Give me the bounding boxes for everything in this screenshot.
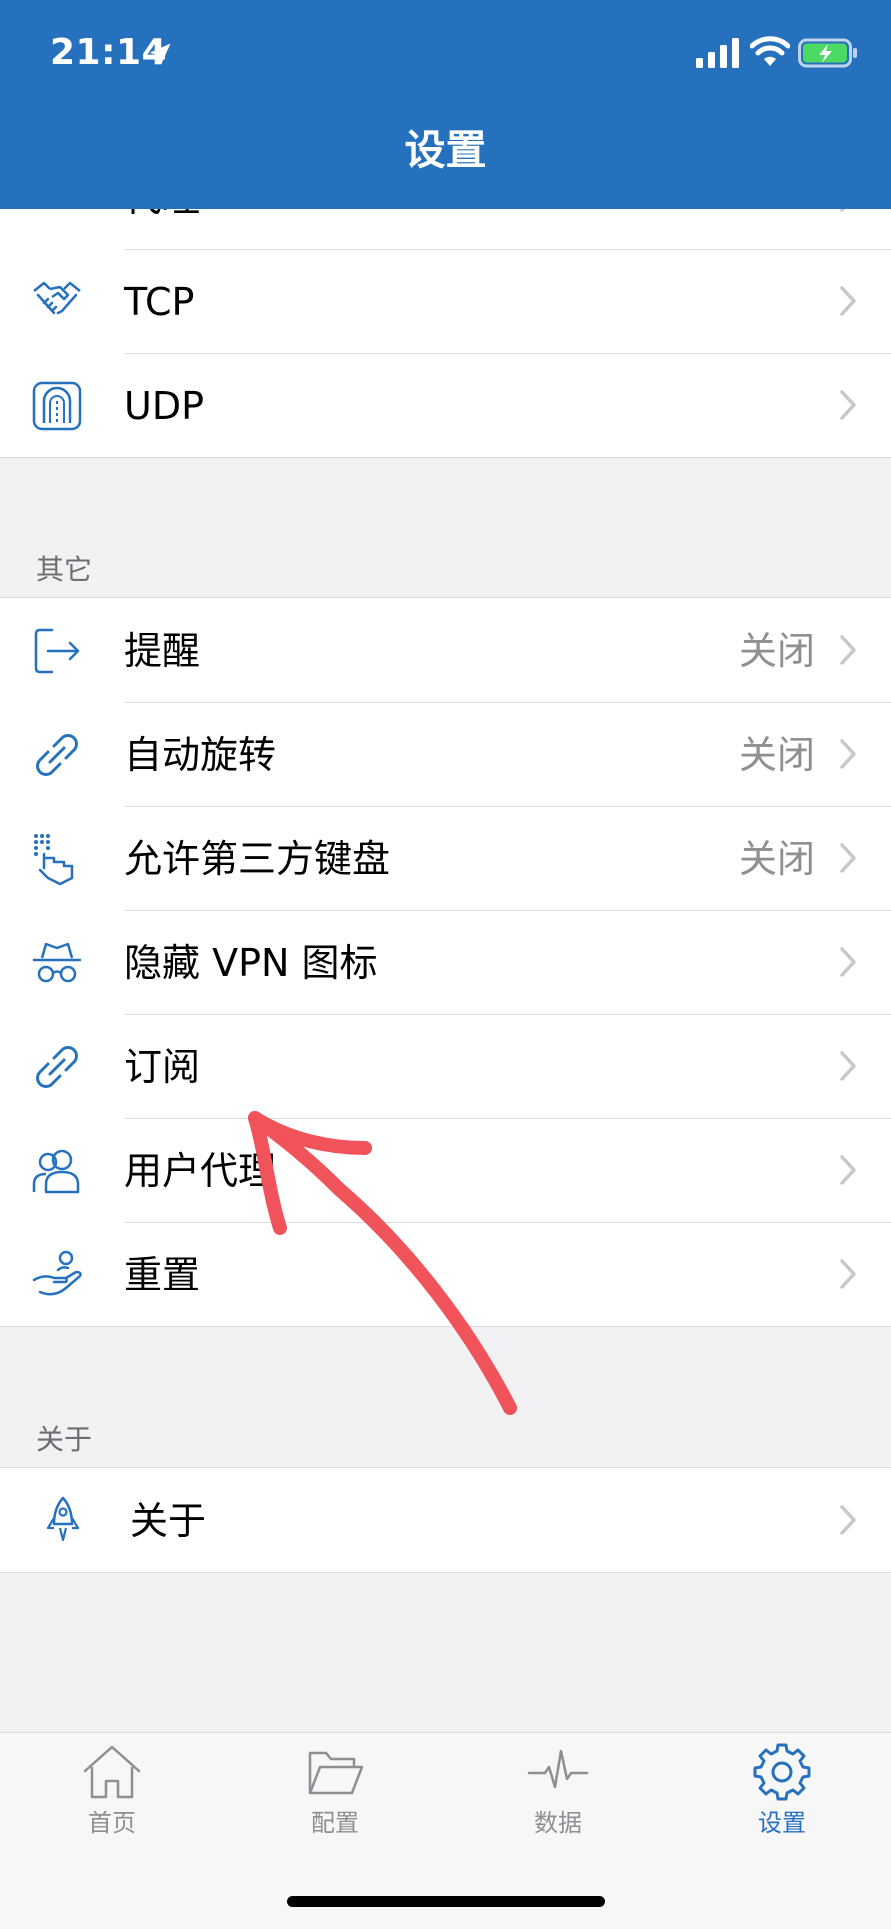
cellular-signal-icon xyxy=(696,38,739,68)
chevron-right-icon xyxy=(840,286,856,316)
pulse-icon xyxy=(527,1749,589,1789)
logout-arrow-icon xyxy=(34,628,80,674)
settings-row-label: 关于 xyxy=(130,1499,207,1543)
location-arrow-icon xyxy=(149,43,171,65)
settings-row-third-party-keyboard[interactable]: 允许第三方键盘 关闭 xyxy=(0,806,891,910)
settings-row-udp[interactable]: UDP xyxy=(0,353,891,457)
home-icon xyxy=(83,1745,141,1799)
settings-row-label: 隐藏 VPN 图标 xyxy=(124,941,378,985)
tab-data[interactable]: 数据 xyxy=(488,1743,628,1843)
settings-row-auto-rotate[interactable]: 自动旋转 关闭 xyxy=(0,702,891,806)
settings-row-label: 允许第三方键盘 xyxy=(124,837,391,881)
settings-row-subscribe[interactable]: 订阅 xyxy=(0,1014,891,1118)
settings-row-label: UDP xyxy=(124,384,204,428)
settings-row-reminder[interactable]: 提醒 关闭 xyxy=(0,598,891,702)
other-group: 提醒 关闭 自动旋转 关闭 允许第三方键盘 关闭 隐藏 VPN 图标 订阅 用户… xyxy=(0,597,891,1327)
link-icon xyxy=(36,1046,78,1088)
hand-coin-icon xyxy=(32,1250,82,1296)
chevron-right-icon xyxy=(840,1259,856,1289)
incognito-icon xyxy=(32,942,82,983)
settings-row-tcp[interactable]: TCP xyxy=(0,249,891,353)
settings-row-label: 订阅 xyxy=(124,1045,201,1089)
settings-row-label: 重置 xyxy=(124,1253,201,1297)
tunnel-icon xyxy=(32,381,82,431)
page-title: 设置 xyxy=(404,126,487,174)
handshake-icon xyxy=(33,281,81,315)
settings-row-label: 自动旋转 xyxy=(124,733,277,777)
settings-row-label: 提醒 xyxy=(124,629,201,673)
chevron-right-icon xyxy=(840,635,856,665)
tab-label: 配置 xyxy=(311,1809,359,1837)
settings-row-label: 用户代理 xyxy=(124,1149,277,1193)
tab-settings[interactable]: 设置 xyxy=(712,1743,852,1843)
tab-label: 数据 xyxy=(534,1809,582,1837)
settings-row-reset[interactable]: 重置 xyxy=(0,1222,891,1326)
tab-label: 首页 xyxy=(88,1809,136,1837)
gear-icon xyxy=(753,1743,811,1801)
about-group: 关于 xyxy=(0,1467,891,1573)
chevron-right-icon xyxy=(840,1155,856,1185)
settings-row-about[interactable]: 关于 xyxy=(0,1468,891,1572)
rocket-icon xyxy=(46,1496,80,1542)
chevron-right-icon xyxy=(840,1051,856,1081)
status-bar: 21:14 xyxy=(0,0,891,100)
section-header-other: 其它 xyxy=(36,553,93,586)
chevron-right-icon xyxy=(840,739,856,769)
tab-config[interactable]: 配置 xyxy=(265,1743,405,1843)
link-icon xyxy=(36,734,78,776)
settings-row-value: 关闭 xyxy=(738,629,815,673)
folder-icon xyxy=(308,1751,364,1795)
nav-header: 21:14 设置 xyxy=(0,0,891,209)
tap-keyboard-icon xyxy=(34,834,74,886)
wifi-icon xyxy=(750,36,790,66)
settings-row-label: TCP xyxy=(124,280,195,324)
settings-row-hide-vpn-icon[interactable]: 隐藏 VPN 图标 xyxy=(0,910,891,1014)
chevron-right-icon xyxy=(840,843,856,873)
battery-charging-icon xyxy=(798,38,857,68)
tab-home[interactable]: 首页 xyxy=(42,1743,182,1843)
settings-row-user-agent[interactable]: 用户代理 xyxy=(0,1118,891,1222)
home-indicator xyxy=(287,1896,605,1907)
settings-row-value: 关闭 xyxy=(738,837,815,881)
chevron-right-icon xyxy=(840,1505,856,1535)
users-icon xyxy=(32,1149,80,1194)
chevron-right-icon xyxy=(840,947,856,977)
tab-label: 设置 xyxy=(758,1809,806,1837)
settings-row-value: 关闭 xyxy=(738,733,815,777)
section-header-about: 关于 xyxy=(36,1423,93,1456)
chevron-right-icon xyxy=(840,390,856,420)
